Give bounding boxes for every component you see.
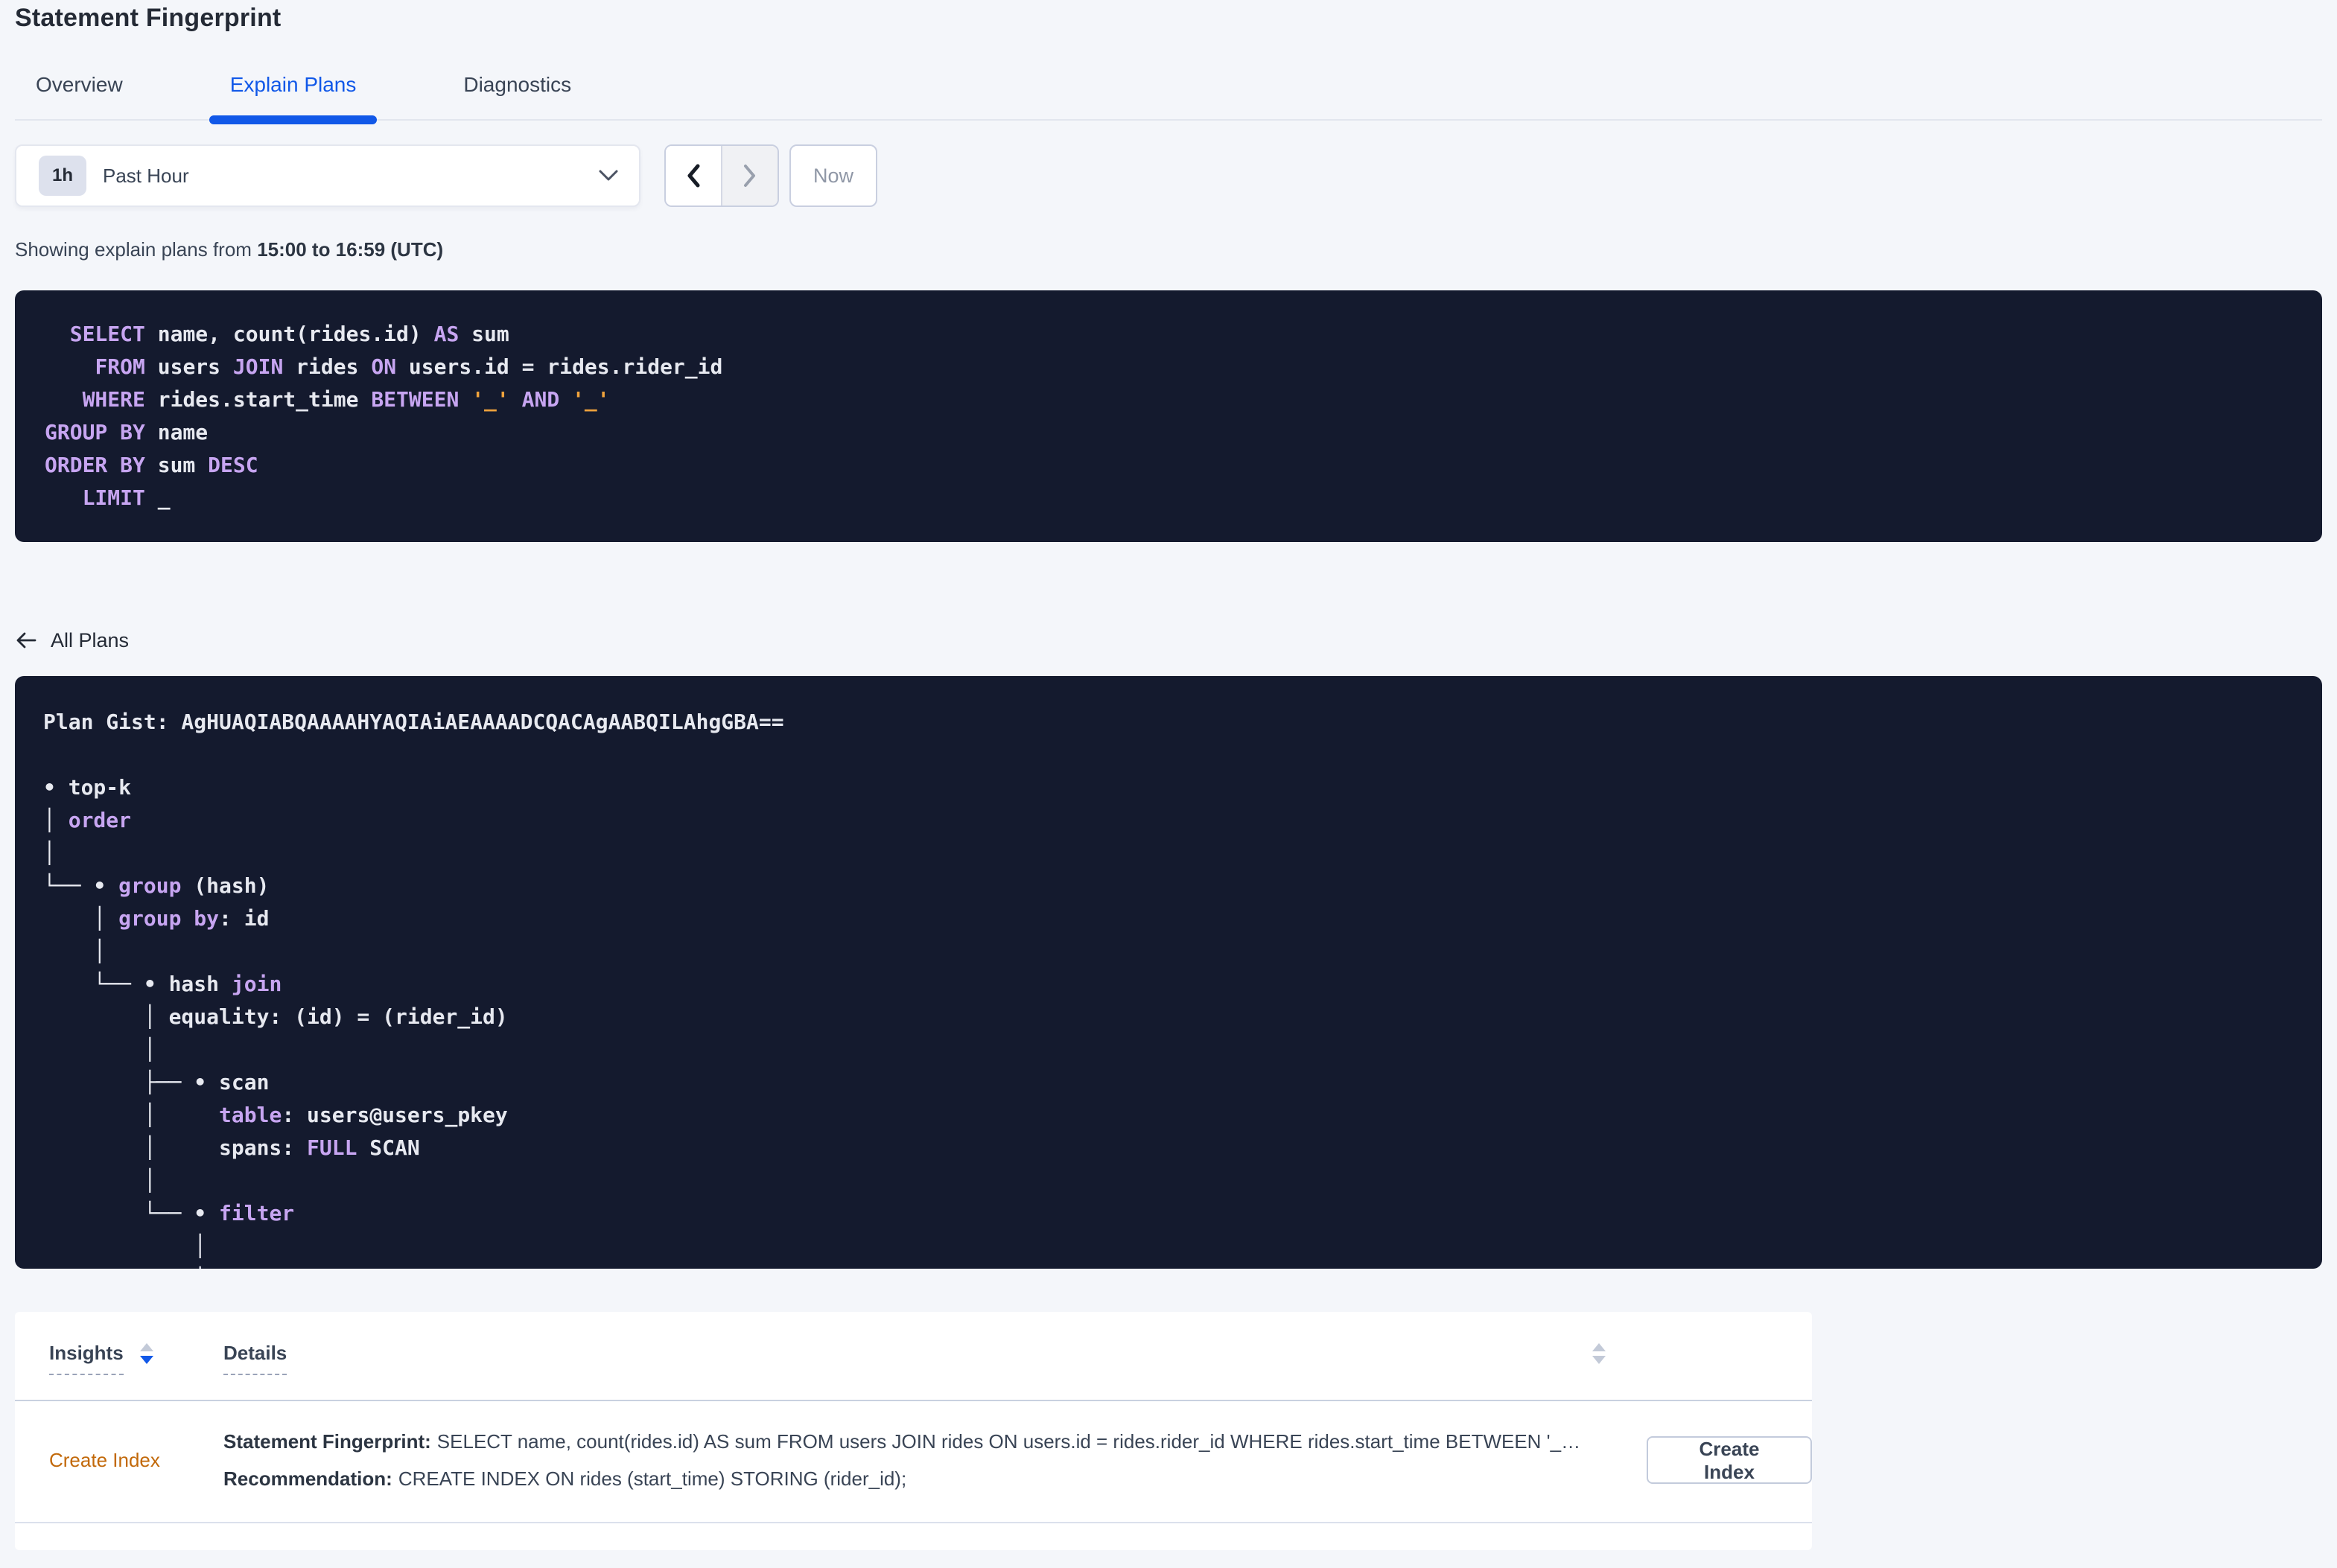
- sort-icon[interactable]: [1592, 1343, 1606, 1375]
- next-time-button[interactable]: [721, 146, 778, 205]
- tab-diagnostics[interactable]: Diagnostics: [442, 63, 592, 119]
- prev-time-button[interactable]: [666, 146, 721, 205]
- chevron-down-icon: [599, 170, 618, 182]
- details-cell: Statement Fingerprint: SELECT name, count…: [223, 1428, 1624, 1492]
- tab-explain-plans[interactable]: Explain Plans: [209, 63, 378, 124]
- create-index-button[interactable]: Create Index: [1647, 1436, 1812, 1484]
- create-index-link[interactable]: Create Index: [49, 1449, 160, 1472]
- statement-fingerprint-text: SELECT name, count(rides.id) AS sum FROM…: [436, 1430, 1583, 1453]
- insights-column-label[interactable]: Insights: [49, 1342, 124, 1375]
- sort-up-triangle-icon: [1592, 1343, 1606, 1351]
- arrow-left-icon: [15, 631, 37, 650]
- details-column-label[interactable]: Details: [223, 1342, 287, 1375]
- time-range-badge: 1h: [39, 156, 86, 196]
- chevron-left-icon: [686, 164, 701, 188]
- statement-fingerprint-line: Statement Fingerprint: SELECT name, count…: [223, 1428, 1583, 1455]
- showing-range-text: Showing explain plans from 15:00 to 16:5…: [15, 237, 2322, 262]
- detail-lines: Statement Fingerprint: SELECT name, count…: [223, 1428, 1606, 1492]
- recommendation-line: Recommendation: CREATE INDEX ON rides (st…: [223, 1465, 1583, 1492]
- insights-header-cell: Insights: [15, 1342, 223, 1375]
- time-range-label: Past Hour: [103, 164, 189, 187]
- sort-icon[interactable]: [139, 1343, 153, 1364]
- time-controls: 1h Past Hour Now: [15, 144, 2322, 207]
- page-title: Statement Fingerprint: [15, 4, 282, 32]
- time-pager: [664, 144, 779, 207]
- sort-down-triangle-icon: [1592, 1356, 1606, 1364]
- insight-cell: Create Index: [15, 1449, 223, 1472]
- recommendation-text: CREATE INDEX ON rides (start_time) STORI…: [398, 1467, 907, 1490]
- statement-fingerprint-page: Statement Fingerprint Overview Explain P…: [0, 0, 2337, 1550]
- showing-range-bold: 15:00 to 16:59 (UTC): [257, 238, 444, 261]
- insights-table-header: Insights Details: [15, 1312, 1812, 1401]
- table-row: Create Index Statement Fingerprint: SELEC…: [15, 1401, 1812, 1523]
- sql-statement-block: SELECT name, count(rides.id) AS sum FROM…: [15, 290, 2322, 542]
- tab-overview[interactable]: Overview: [15, 63, 144, 119]
- chevron-right-icon: [743, 164, 757, 188]
- tab-bar: Overview Explain Plans Diagnostics: [15, 63, 2322, 124]
- details-header-cell: Details: [223, 1342, 1624, 1375]
- plan-gist-block: Plan Gist: AgHUAQIABQAAAAHYAQIAiAEAAAADC…: [15, 676, 2322, 1269]
- showing-prefix: Showing explain plans from: [15, 238, 258, 261]
- all-plans-label: All Plans: [51, 628, 130, 651]
- sort-down-triangle-icon: [139, 1356, 153, 1364]
- action-cell: Create Index: [1624, 1436, 1812, 1484]
- statement-fingerprint-label: Statement Fingerprint:: [223, 1430, 431, 1453]
- sort-up-triangle-icon: [139, 1343, 153, 1351]
- time-range-dropdown[interactable]: 1h Past Hour: [15, 144, 640, 207]
- recommendation-label: Recommendation:: [223, 1467, 392, 1490]
- insights-table: Insights Details Create Index Statement …: [15, 1312, 1812, 1550]
- now-button[interactable]: Now: [789, 144, 877, 207]
- all-plans-link[interactable]: All Plans: [15, 619, 129, 661]
